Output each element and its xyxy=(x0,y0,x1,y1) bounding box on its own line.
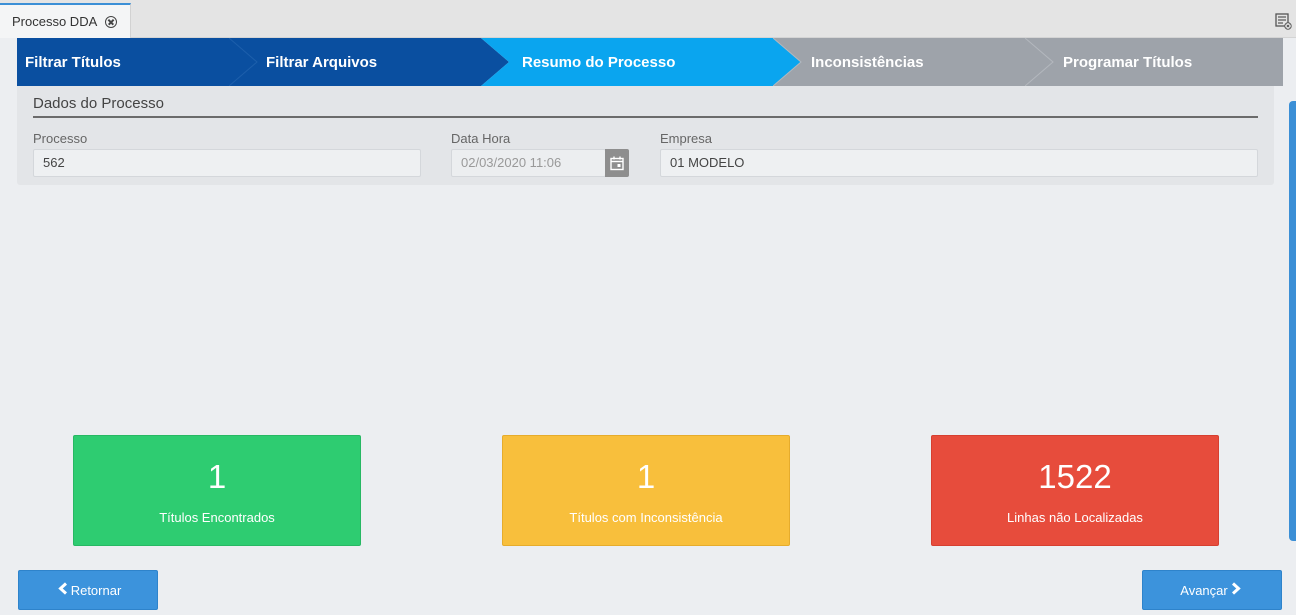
card-caption: Títulos com Inconsistência xyxy=(569,510,723,525)
card-value: 1 xyxy=(636,458,656,495)
avancar-button[interactable]: Avançar xyxy=(1142,570,1282,610)
window-list-icon[interactable] xyxy=(1270,6,1296,36)
step-label: Inconsistências xyxy=(811,54,924,71)
retornar-button[interactable]: Retornar xyxy=(18,570,158,610)
step-label: Filtrar Títulos xyxy=(25,54,121,71)
data-hora-label: Data Hora xyxy=(451,131,511,146)
card-caption: Títulos Encontrados xyxy=(159,510,275,525)
app-root: Processo DDA Filtrar Títulos Filtrar Arq… xyxy=(0,0,1296,615)
step-filtrar-arquivos[interactable]: Filtrar Arquivos xyxy=(229,38,509,86)
step-label: Filtrar Arquivos xyxy=(266,54,378,71)
step-resumo-do-processo[interactable]: Resumo do Processo xyxy=(481,38,801,86)
empresa-field[interactable]: 01 MODELO xyxy=(660,149,1258,177)
avancar-label: Avançar xyxy=(1180,582,1228,598)
tab-bar: Processo DDA xyxy=(0,0,1296,38)
close-icon[interactable] xyxy=(105,15,118,28)
chevron-left-icon xyxy=(57,582,68,598)
tab-processo-dda[interactable]: Processo DDA xyxy=(0,3,131,38)
linhas-nao-localizadas-card: 1522 Linhas não Localizadas xyxy=(931,435,1219,546)
tab-title: Processo DDA xyxy=(12,14,98,29)
chevron-right-icon xyxy=(1231,582,1241,598)
retornar-label: Retornar xyxy=(70,582,122,598)
vertical-scrollbar[interactable] xyxy=(1289,101,1296,541)
step-inconsistencias[interactable]: Inconsistências xyxy=(773,38,1053,86)
step-filtrar-titulos[interactable]: Filtrar Títulos xyxy=(17,38,257,86)
empresa-label: Empresa xyxy=(660,131,713,146)
card-value: 1 xyxy=(207,458,227,495)
wizard-steps: Filtrar Títulos Filtrar Arquivos Resumo … xyxy=(17,38,1283,86)
calendar-icon[interactable] xyxy=(605,149,629,177)
processo-field[interactable]: 562 xyxy=(33,149,421,177)
titulos-encontrados-card: 1 Títulos Encontrados xyxy=(73,435,361,546)
titulos-inconsistencia-card: 1 Títulos com Inconsistência xyxy=(502,435,790,546)
card-value: 1522 xyxy=(1038,458,1112,495)
dados-do-processo-panel: Dados do Processo Processo 562 Data Hora… xyxy=(17,86,1274,185)
processo-label: Processo xyxy=(33,131,88,146)
panel-divider xyxy=(33,116,1258,118)
step-programar-titulos[interactable]: Programar Títulos xyxy=(1025,38,1283,86)
step-label: Resumo do Processo xyxy=(522,54,676,71)
step-label: Programar Títulos xyxy=(1063,54,1193,71)
data-hora-field[interactable]: 02/03/2020 11:06 xyxy=(451,149,606,177)
panel-title: Dados do Processo xyxy=(33,95,164,112)
card-caption: Linhas não Localizadas xyxy=(1007,510,1143,525)
